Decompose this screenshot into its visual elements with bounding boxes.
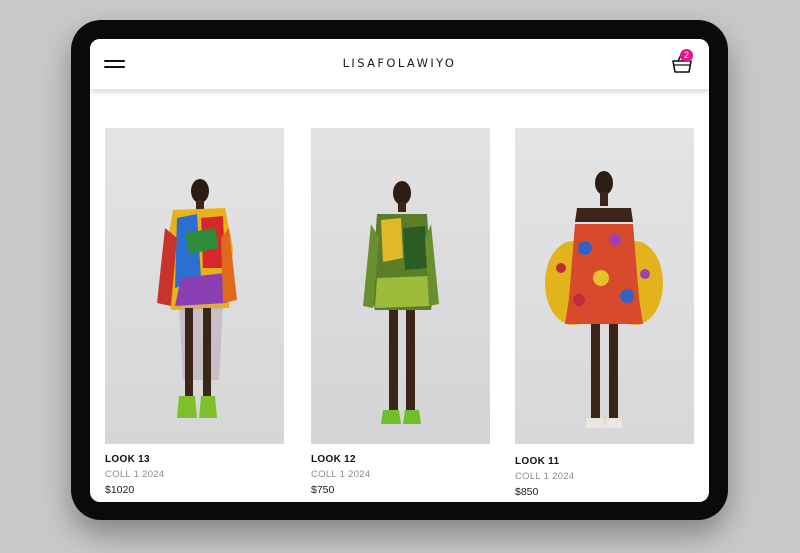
app-screen: LISAFOLAWIYO 2 LOOK 13 COLL 1 2024 $1020… bbox=[90, 39, 709, 502]
cart-button[interactable]: 2 bbox=[670, 49, 694, 75]
product-name[interactable]: LOOK 11 bbox=[515, 456, 559, 467]
product-price: $750 bbox=[311, 484, 335, 496]
product-collection: COLL 1 2024 bbox=[515, 471, 575, 482]
product-price: $850 bbox=[515, 486, 539, 498]
product-price: $1020 bbox=[105, 484, 135, 496]
product-name[interactable]: LOOK 12 bbox=[311, 454, 356, 465]
product-collection: COLL 1 2024 bbox=[105, 469, 165, 480]
product-name[interactable]: LOOK 13 bbox=[105, 454, 150, 465]
product-card[interactable]: LOOK 12 COLL 1 2024 $750 bbox=[311, 128, 490, 496]
product-photo-look-11[interactable] bbox=[515, 128, 694, 444]
top-header: LISAFOLAWIYO 2 bbox=[90, 39, 709, 90]
brand-logo[interactable]: LISAFOLAWIYO bbox=[90, 56, 709, 70]
cart-count-badge: 2 bbox=[680, 49, 693, 62]
product-card[interactable]: LOOK 11 COLL 1 2024 $850 bbox=[515, 128, 694, 498]
product-collection: COLL 1 2024 bbox=[311, 469, 371, 480]
product-photo-look-13[interactable] bbox=[105, 128, 284, 444]
product-card[interactable]: LOOK 13 COLL 1 2024 $1020 bbox=[105, 128, 284, 496]
product-photo-look-12[interactable] bbox=[311, 128, 490, 444]
